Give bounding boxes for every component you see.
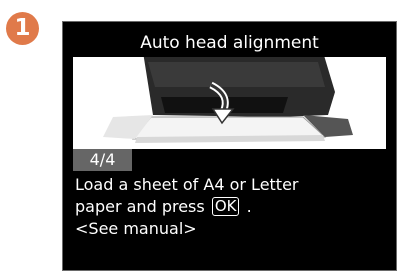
page-indicator: 4/4 [73, 149, 132, 171]
message-line-2-text: paper and press [75, 197, 205, 216]
screen-title: Auto head alignment [73, 30, 386, 57]
instruction-message: Load a sheet of A4 or Letter paper and p… [73, 174, 388, 240]
printer-paper-load-icon [73, 57, 386, 149]
message-line-2: paper and press OK . [75, 196, 388, 218]
ok-button-icon: OK [211, 197, 240, 216]
step-number-badge: 1 [6, 12, 39, 45]
message-line-1: Load a sheet of A4 or Letter [75, 175, 299, 194]
message-line-3: <See manual> [75, 219, 197, 238]
message-line-2-period: . [246, 197, 252, 216]
printer-lcd-screen: Auto head alignment 4/4 Load a sheet of … [62, 21, 397, 271]
